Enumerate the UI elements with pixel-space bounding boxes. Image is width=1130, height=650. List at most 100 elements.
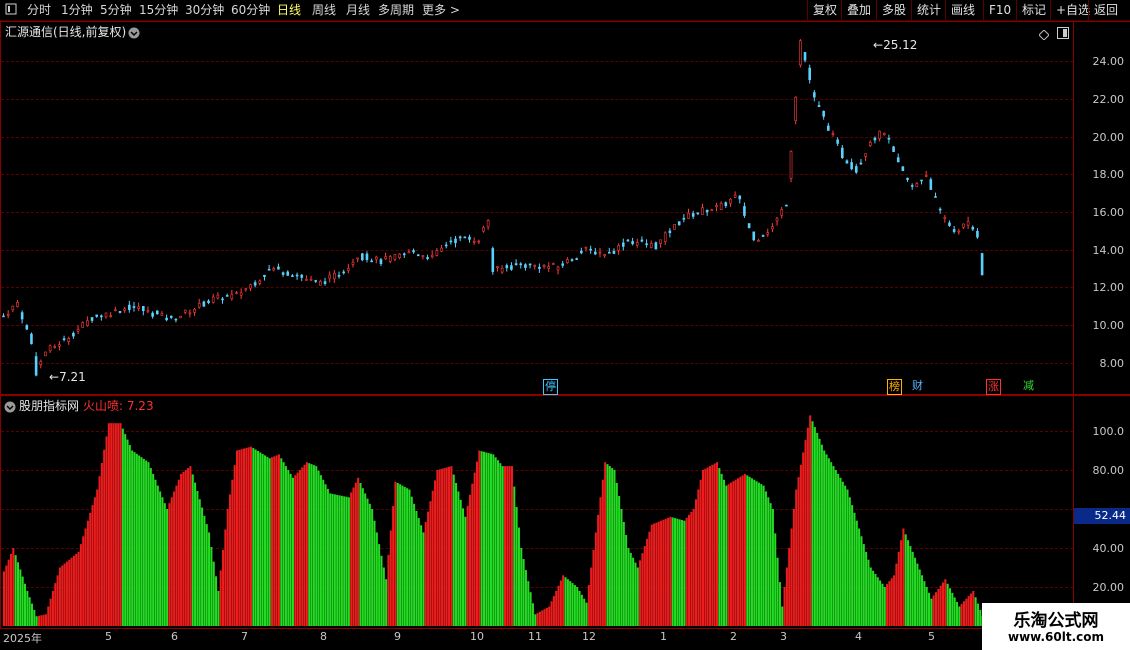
fuquan-button[interactable]: 复权 bbox=[807, 0, 842, 20]
candle-body bbox=[687, 212, 690, 219]
tab-30min[interactable]: 30分钟 bbox=[185, 0, 224, 20]
candle-body bbox=[225, 295, 229, 297]
candle bbox=[705, 209, 709, 216]
candle-body bbox=[491, 248, 495, 272]
indicator-panel[interactable]: 股朋指标网 火山喷: 7.23 bbox=[0, 395, 1074, 629]
chevron-down-icon[interactable] bbox=[4, 398, 16, 417]
price-chart-panel[interactable]: 汇源通信(日线,前复权) ←25.12 ←7.21 停 榜 财 涨 减 bbox=[0, 21, 1074, 395]
candle-body bbox=[169, 315, 173, 318]
candlestick-chart[interactable] bbox=[1, 22, 1073, 394]
candle-body bbox=[822, 110, 825, 117]
candle-body bbox=[496, 266, 499, 268]
indicator-bar bbox=[387, 554, 390, 626]
indicator-bar bbox=[972, 590, 975, 626]
indicator-bar bbox=[119, 423, 122, 626]
candle-body bbox=[58, 344, 61, 347]
candle bbox=[25, 324, 29, 330]
candle-body bbox=[277, 266, 280, 270]
candle-body bbox=[612, 250, 616, 254]
tab-multi-period[interactable]: 多周期 bbox=[378, 0, 414, 20]
candle bbox=[747, 223, 751, 229]
tab-monthly[interactable]: 月线 bbox=[346, 0, 370, 20]
event-badge-list[interactable]: 榜 bbox=[887, 379, 902, 395]
overlay-button[interactable]: 叠加 bbox=[841, 0, 876, 20]
mark-button[interactable]: 标记 bbox=[1016, 0, 1051, 20]
candle bbox=[528, 263, 532, 269]
candle-body bbox=[86, 320, 89, 326]
multi-stock-button[interactable]: 多股 bbox=[876, 0, 911, 20]
candle bbox=[654, 241, 658, 250]
indicator-bar bbox=[359, 483, 362, 626]
indicator-bar bbox=[888, 581, 891, 626]
tab-fenshi[interactable]: 分时 bbox=[27, 0, 51, 20]
candle bbox=[188, 309, 192, 318]
candle bbox=[151, 311, 154, 319]
candle bbox=[976, 228, 979, 239]
candle bbox=[132, 301, 136, 312]
event-badge-reduce[interactable]: 减 bbox=[1022, 379, 1035, 393]
back-button[interactable]: 返回 bbox=[1088, 0, 1123, 20]
indicator-bar bbox=[98, 476, 101, 626]
tab-weekly[interactable]: 周线 bbox=[312, 0, 336, 20]
indicator-bar bbox=[648, 531, 651, 626]
indicator-bar bbox=[44, 614, 47, 626]
candle-body bbox=[25, 325, 29, 330]
indicator-bar bbox=[326, 488, 329, 626]
tab-daily[interactable]: 日线 bbox=[277, 0, 301, 20]
indicator-bar bbox=[492, 454, 495, 626]
draw-line-button[interactable]: 画线 bbox=[945, 0, 980, 20]
candle bbox=[948, 220, 951, 227]
candle bbox=[486, 219, 490, 230]
window-menu-icon[interactable] bbox=[5, 0, 17, 20]
candle-body bbox=[104, 312, 108, 318]
indicator-bar bbox=[517, 527, 520, 626]
indicator-bar bbox=[564, 577, 567, 626]
event-badge-finance[interactable]: 财 bbox=[911, 379, 924, 393]
indicator-bar bbox=[834, 470, 837, 626]
indicator-bar bbox=[222, 549, 225, 626]
event-badge-suspend[interactable]: 停 bbox=[543, 379, 558, 395]
indicator-bar bbox=[70, 557, 73, 626]
indicator-chart[interactable] bbox=[1, 396, 1073, 628]
candle bbox=[892, 145, 895, 153]
candle-body bbox=[244, 288, 248, 291]
candle bbox=[896, 153, 900, 163]
candle bbox=[645, 239, 648, 248]
tab-15min[interactable]: 15分钟 bbox=[139, 0, 178, 20]
indicator-bar bbox=[720, 473, 723, 626]
tab-1min[interactable]: 1分钟 bbox=[61, 0, 93, 20]
indicator-bar bbox=[879, 580, 882, 626]
indicator-bar bbox=[704, 468, 707, 626]
indicator-bar bbox=[678, 519, 681, 626]
candle-body bbox=[291, 275, 294, 277]
indicator-bar bbox=[830, 462, 833, 626]
candle bbox=[277, 263, 280, 270]
candle bbox=[910, 183, 914, 190]
tab-5min[interactable]: 5分钟 bbox=[100, 0, 132, 20]
candle-body bbox=[878, 130, 881, 139]
date-label: 12 bbox=[582, 630, 596, 643]
indicator-bar bbox=[161, 497, 164, 626]
indicator-bar bbox=[571, 583, 574, 626]
candle-body bbox=[668, 230, 672, 233]
indicator-bar bbox=[573, 585, 576, 626]
candle bbox=[309, 275, 313, 282]
tab-60min[interactable]: 60分钟 bbox=[231, 0, 270, 20]
event-badge-rise[interactable]: 涨 bbox=[986, 379, 1001, 395]
indicator-bar bbox=[366, 498, 369, 626]
f10-button[interactable]: F10 bbox=[983, 0, 1016, 20]
indicator-bar bbox=[103, 449, 106, 626]
indicator-bar bbox=[7, 559, 10, 626]
candle bbox=[822, 110, 825, 120]
statistics-button[interactable]: 统计 bbox=[911, 0, 946, 20]
candle-body bbox=[314, 280, 318, 282]
date-label: 7 bbox=[241, 630, 248, 643]
candle bbox=[566, 257, 569, 264]
indicator-bar bbox=[783, 587, 786, 626]
indicator-bar bbox=[597, 514, 600, 626]
candle bbox=[626, 238, 630, 242]
indicator-bar bbox=[75, 553, 78, 626]
tab-more[interactable]: 更多 > bbox=[422, 0, 460, 20]
indicator-bar bbox=[939, 585, 942, 626]
candle bbox=[584, 246, 588, 252]
